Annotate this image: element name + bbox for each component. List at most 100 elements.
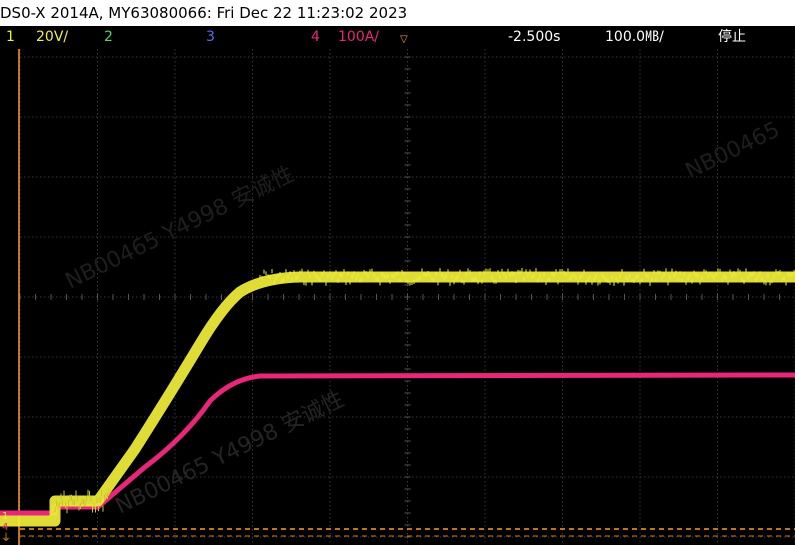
grid-dot	[484, 241, 486, 243]
grid-dot	[596, 476, 598, 478]
grid-dot	[717, 321, 718, 323]
grid-dot	[780, 116, 782, 118]
grid-dot	[372, 176, 374, 178]
grid-dot	[776, 56, 778, 58]
grid-dot	[252, 273, 253, 275]
grid-dot	[76, 56, 78, 58]
grid-dot	[97, 241, 98, 243]
grid-dot	[572, 116, 574, 118]
grid-dot	[308, 476, 310, 478]
grid-dot	[174, 277, 176, 279]
grid-dot	[174, 345, 176, 347]
grid-dot	[416, 356, 418, 358]
grid-dot	[484, 445, 486, 447]
grid-dot	[504, 356, 506, 358]
grid-dot	[364, 56, 366, 58]
grid-dot	[717, 105, 718, 107]
grid-dot	[717, 173, 718, 175]
grid-dot	[260, 356, 262, 358]
grid-dot	[639, 165, 641, 167]
grid-dot	[484, 289, 486, 291]
channel-4-ground-marker[interactable]: 4	[2, 522, 8, 533]
grid-dot	[640, 116, 642, 118]
grid-dot	[388, 116, 390, 118]
waveform-display[interactable]: NB00465 Y4998 安诚性 NB00465 Y4998 安诚性 NB00…	[0, 49, 795, 545]
time-scale[interactable]: 100.0㎆/	[605, 26, 664, 49]
run-stop-status[interactable]: 停止	[718, 26, 746, 49]
grid-dot	[76, 416, 78, 418]
grid-dot	[562, 129, 563, 131]
grid-dot	[476, 236, 478, 238]
grid-dot	[407, 317, 408, 319]
grid-dot	[384, 176, 386, 178]
time-offset[interactable]: -2.500s	[508, 26, 560, 49]
grid-dot	[676, 536, 678, 538]
channel-4-number[interactable]: 4	[311, 26, 320, 49]
grid-dot	[456, 176, 458, 178]
grid-dot	[668, 356, 670, 358]
grid-dot	[584, 116, 586, 118]
grid-dot	[100, 356, 102, 358]
grid-dot	[116, 296, 118, 298]
grid-dot	[608, 536, 610, 538]
grid-dot	[28, 476, 30, 478]
channel-1-scale[interactable]: 20V/	[36, 26, 68, 49]
grid-dot	[672, 536, 674, 538]
grid-dot	[208, 116, 210, 118]
grid-dot	[484, 189, 486, 191]
grid-dot	[329, 129, 331, 131]
grid-dot	[717, 493, 718, 495]
grid-dot	[560, 236, 562, 238]
grid-dot	[132, 536, 134, 538]
grid-dot	[562, 77, 563, 79]
grid-dot	[720, 176, 722, 178]
grid-dot	[660, 56, 662, 58]
grid-dot	[174, 65, 176, 67]
grid-dot	[720, 236, 722, 238]
channel-1-ground-marker[interactable]: 1	[2, 511, 8, 522]
grid-dot	[252, 509, 253, 511]
grid-dot	[407, 517, 408, 519]
grid-dot	[329, 89, 331, 91]
grid-dot	[368, 116, 370, 118]
grid-dot	[780, 176, 782, 178]
grid-dot	[572, 236, 574, 238]
grid-dot	[580, 356, 582, 358]
grid-dot	[476, 296, 478, 298]
grid-dot	[116, 416, 118, 418]
grid-dot	[704, 236, 706, 238]
grid-dot	[516, 176, 518, 178]
grid-dot	[252, 521, 253, 523]
grid-dot	[562, 485, 563, 487]
grid-dot	[88, 236, 90, 238]
grid-dot	[97, 325, 98, 327]
grid-dot	[696, 536, 698, 538]
grid-dot	[97, 213, 98, 215]
grid-dot	[80, 176, 82, 178]
grid-dot	[464, 56, 466, 58]
grid-dot	[717, 113, 718, 115]
grid-dot	[644, 56, 646, 58]
grid-dot	[368, 476, 370, 478]
grid-dot	[524, 56, 526, 58]
channel-2-number[interactable]: 2	[104, 26, 113, 49]
grid-dot	[124, 296, 126, 298]
grid-dot	[252, 253, 253, 255]
grid-dot	[120, 176, 122, 178]
grid-dot	[468, 116, 470, 118]
grid-dot	[276, 536, 278, 538]
channel-4-scale[interactable]: 100A/	[338, 26, 379, 49]
grid-dot	[40, 536, 42, 538]
grid-dot	[639, 69, 641, 71]
grid-dot	[68, 56, 70, 58]
grid-dot	[717, 213, 718, 215]
grid-dot	[384, 296, 386, 298]
grid-dot	[576, 116, 578, 118]
grid-dot	[432, 236, 434, 238]
grid-dot	[64, 56, 66, 58]
grid-dot	[717, 85, 718, 87]
grid-dot	[664, 536, 666, 538]
channel-3-number[interactable]: 3	[206, 26, 215, 49]
channel-1-number[interactable]: 1	[6, 26, 15, 49]
grid-dot	[708, 116, 710, 118]
